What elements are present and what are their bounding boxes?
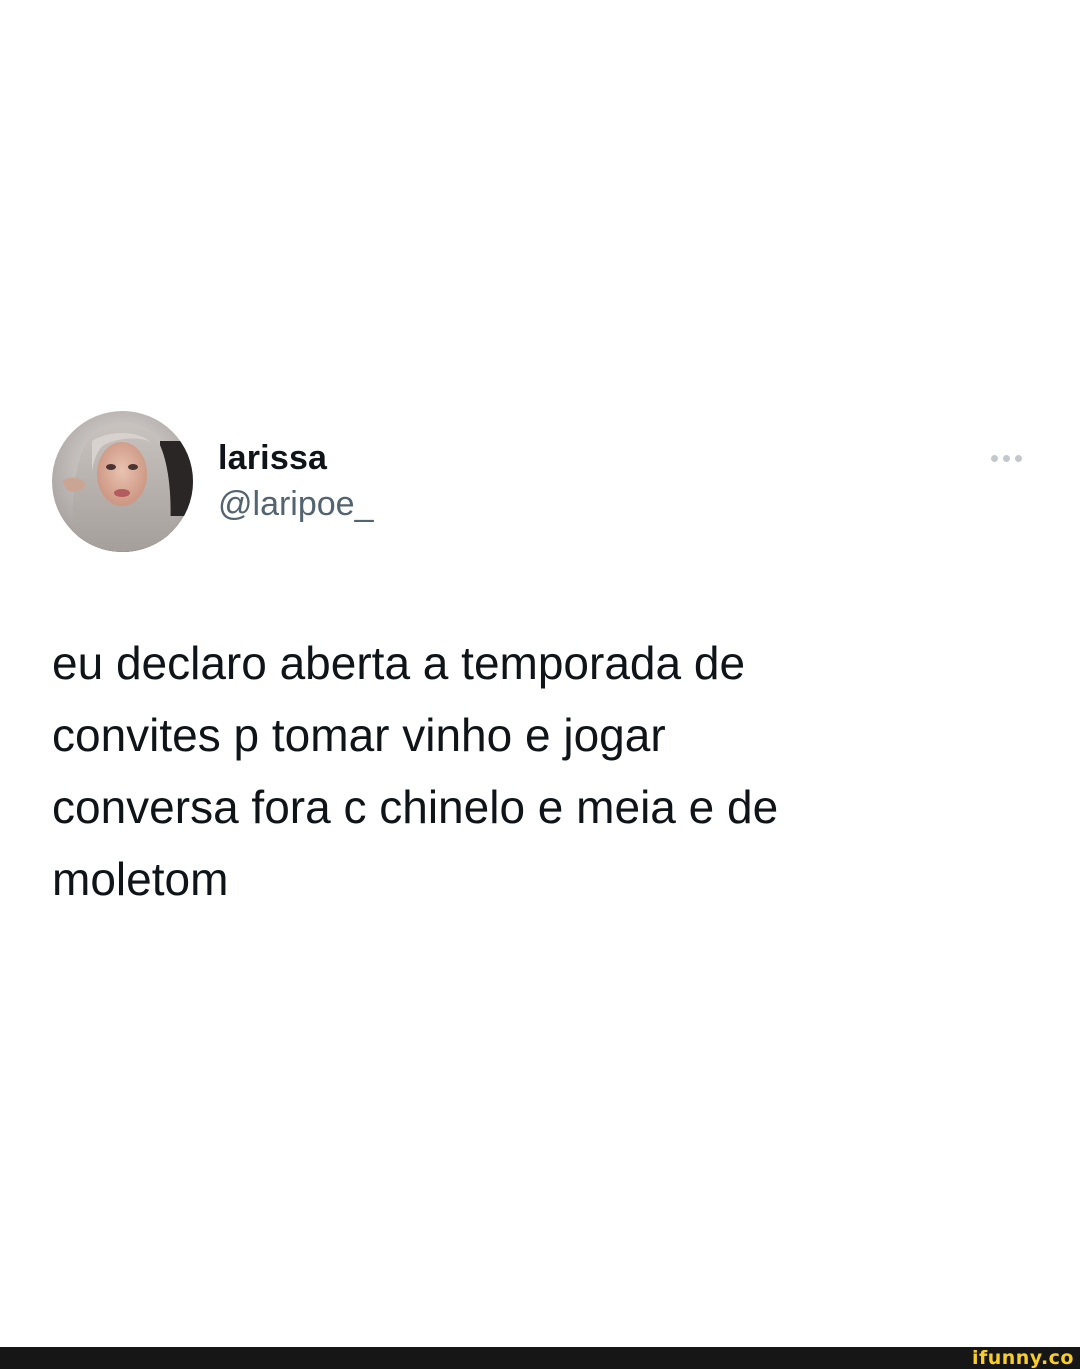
avatar-photo bbox=[52, 411, 193, 552]
ifunny-watermark: ifunny.co bbox=[971, 1347, 1074, 1369]
tweet-text: eu declaro aberta a temporada de convite… bbox=[52, 637, 779, 905]
user-handle[interactable]: @laripoe_ bbox=[218, 484, 374, 524]
user-info: larissa @laripoe_ bbox=[218, 438, 374, 524]
tweet-header: larissa @laripoe_ bbox=[52, 408, 1032, 556]
more-dot bbox=[1015, 454, 1022, 462]
more-dot bbox=[991, 454, 998, 462]
more-options-icon[interactable] bbox=[991, 448, 1022, 468]
watermark-bar: ifunny.co bbox=[0, 1347, 1080, 1369]
more-dot bbox=[1003, 454, 1010, 462]
display-name[interactable]: larissa bbox=[218, 438, 374, 478]
tweet-card: larissa @laripoe_ eu declaro aberta a te… bbox=[52, 408, 1032, 915]
avatar[interactable] bbox=[52, 411, 193, 552]
